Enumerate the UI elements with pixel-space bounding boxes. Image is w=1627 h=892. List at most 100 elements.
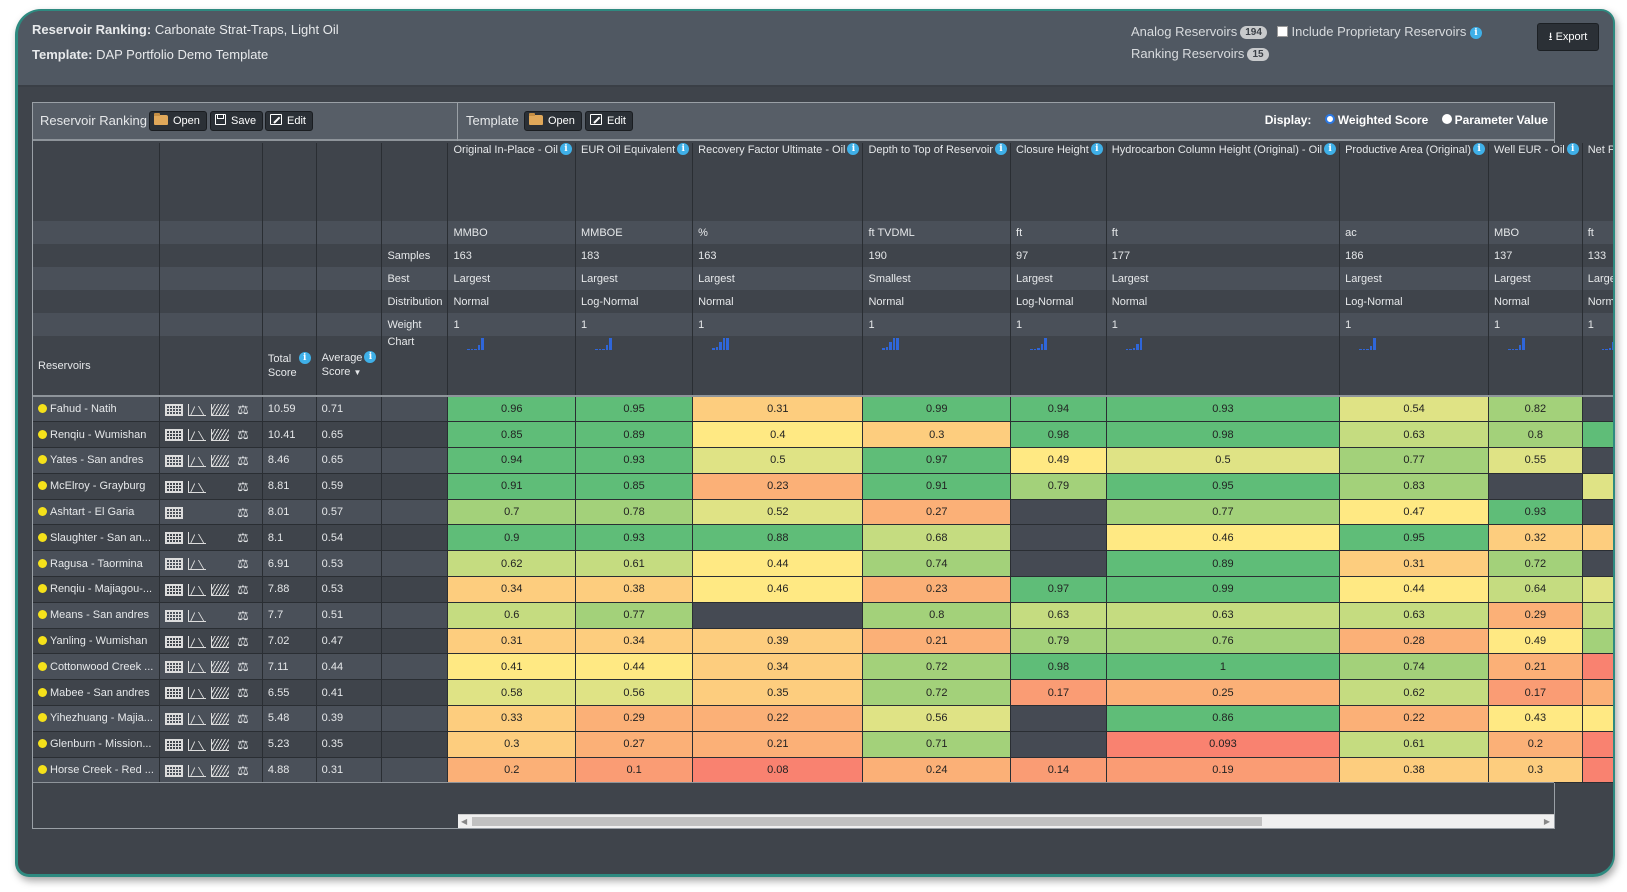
scale-icon[interactable]: ⚖ [234,764,252,777]
info-icon[interactable]: i [677,143,690,155]
score-cell[interactable]: 0.19 [1106,757,1341,784]
score-cell[interactable]: 0.62 [447,550,577,578]
score-cell[interactable] [1010,524,1107,552]
score-cell[interactable]: 0.86 [1106,705,1341,732]
score-cell[interactable]: 0.21 [1488,653,1583,681]
score-cell[interactable]: 0.39 [692,628,864,655]
distribution-icon[interactable] [187,479,206,494]
score-cell[interactable]: 0.44 [1339,576,1490,603]
sort-desc-icon[interactable]: ▼ [353,368,361,377]
info-icon[interactable]: i [1324,143,1337,155]
score-cell[interactable]: 0.62 [1339,679,1490,707]
distribution-icon[interactable] [187,530,206,545]
curves-icon[interactable] [210,737,229,752]
score-cell[interactable]: 0.2 [1488,731,1583,758]
score-cell[interactable] [1010,499,1107,526]
score-cell[interactable]: 0.49 [1010,447,1107,474]
score-cell[interactable]: 0.17 [1010,679,1107,707]
curves-icon[interactable] [210,582,229,597]
score-cell[interactable]: 0.96 [447,396,577,423]
reservoir-name-cell[interactable]: Yates - San andres [33,447,160,474]
reservoir-name[interactable]: Ragusa - Taormina [50,558,143,570]
scale-icon[interactable]: ⚖ [234,480,252,493]
scroll-right-arrow[interactable]: ▶ [1544,817,1550,826]
score-cell[interactable]: 0.79 [1010,628,1107,655]
score-cell[interactable]: 0.99 [862,396,1012,423]
distribution-icon[interactable] [187,685,206,700]
score-cell[interactable]: 0.43 [1488,705,1583,732]
parameter-value-label[interactable]: Parameter Value [1455,113,1548,127]
include-proprietary-label[interactable]: Include Proprietary Reservoirs [1292,24,1467,39]
score-cell[interactable]: 0.89 [575,421,694,449]
score-cell[interactable] [1582,499,1613,526]
table-icon[interactable] [164,711,183,726]
reservoir-name[interactable]: Yates - San andres [50,454,143,466]
score-cell[interactable]: 0.83 [1339,473,1490,500]
score-cell[interactable]: 0.63 [1010,602,1107,629]
scale-icon[interactable]: ⚖ [234,506,252,519]
score-cell[interactable] [1010,731,1107,758]
score-cell[interactable]: 0.93 [1488,499,1583,526]
score-cell[interactable]: 0.08 [692,757,864,784]
score-cell[interactable]: 0.63 [1106,602,1341,629]
score-cell[interactable]: 0.8 [862,602,1012,629]
table-icon[interactable] [164,479,183,494]
score-cell[interactable] [1488,473,1583,500]
info-icon[interactable]: i [1470,27,1483,39]
parameter-header[interactable]: Productive Area (Original) i [1339,143,1490,221]
score-cell[interactable]: 0.98 [1582,421,1613,449]
score-cell[interactable]: 0.7 [447,499,577,526]
distribution-chart[interactable] [1106,336,1341,397]
scale-icon[interactable]: ⚖ [234,712,252,725]
parameter-header[interactable]: Recovery Factor Ultimate - Oil i [692,143,864,221]
reservoir-name[interactable]: Means - San andres [50,609,149,621]
score-cell[interactable]: 0.56 [862,705,1012,732]
score-cell[interactable] [1010,550,1107,578]
score-cell[interactable]: 0.89 [1106,550,1341,578]
score-cell[interactable]: 0.61 [1339,731,1490,758]
score-cell[interactable]: 0.98 [1106,421,1341,449]
table-icon[interactable] [164,556,183,571]
weighted-score-label[interactable]: Weighted Score [1338,113,1428,127]
distribution-chart[interactable] [1582,336,1613,397]
score-cell[interactable]: 0.58 [447,679,577,707]
score-cell[interactable]: 0.9 [447,524,577,552]
score-cell[interactable]: 0.2 [447,757,577,784]
score-cell[interactable]: 0.28 [1339,628,1490,655]
score-cell[interactable]: 0.21 [862,628,1012,655]
score-cell[interactable]: 0.55 [1488,447,1583,474]
parameter-header[interactable]: Well EUR - Oil i [1488,143,1583,221]
reservoir-name-cell[interactable]: Slaughter - San an... [33,524,160,552]
ranking-save-button[interactable]: Save [210,111,264,131]
score-cell[interactable]: 0.54 [1339,396,1490,423]
reservoir-name[interactable]: Yihezhuang - Majia... [50,712,153,724]
score-cell[interactable]: 0.94 [447,447,577,474]
score-cell[interactable]: 0.52 [1582,473,1613,500]
reservoir-row[interactable]: Renqiu - Wumishan ⚖ 10.41 0.65 0.85 0.89 0.4 0.… [33,421,1613,449]
reservoir-name-cell[interactable]: Ragusa - Taormina [33,550,160,578]
score-cell[interactable]: 0.94 [1010,396,1107,423]
parameter-header[interactable]: EUR Oil Equivalent i [575,143,694,221]
score-cell[interactable]: 0.6 [447,602,577,629]
reservoir-name-cell[interactable]: Yanling - Wumishan [33,628,160,655]
reservoir-row[interactable]: Ragusa - Taormina ⚖ 6.91 0.53 0.62 0.61 0.44 0… [33,550,1613,578]
score-cell[interactable]: 0.41 [447,653,577,681]
reservoir-name[interactable]: Ashtart - El Garia [50,506,134,518]
reservoir-name-cell[interactable]: Renqiu - Wumishan [33,421,160,449]
ranking-open-button[interactable]: Open [149,111,207,131]
score-cell[interactable]: 0.77 [1339,447,1490,474]
score-cell[interactable]: 0.44 [575,653,694,681]
reservoir-row[interactable]: Yates - San andres ⚖ 8.46 0.65 0.94 0.93 0.5 0.… [33,447,1613,474]
curves-icon[interactable] [210,659,229,674]
score-cell[interactable] [1582,447,1613,474]
score-cell[interactable]: 0.46 [1106,524,1341,552]
distribution-icon[interactable] [187,634,206,649]
reservoir-name-cell[interactable]: Yihezhuang - Majia... [33,705,160,732]
total-score-header[interactable]: Total Score i [262,336,317,397]
score-cell[interactable]: 0.72 [1488,550,1583,578]
score-cell[interactable]: 0.78 [575,499,694,526]
score-cell[interactable]: 0.77 [1106,499,1341,526]
curves-icon[interactable] [210,634,229,649]
reservoir-name[interactable]: Horse Creek - Red ... [50,764,154,776]
reservoir-name-cell[interactable]: McElroy - Grayburg [33,473,160,500]
